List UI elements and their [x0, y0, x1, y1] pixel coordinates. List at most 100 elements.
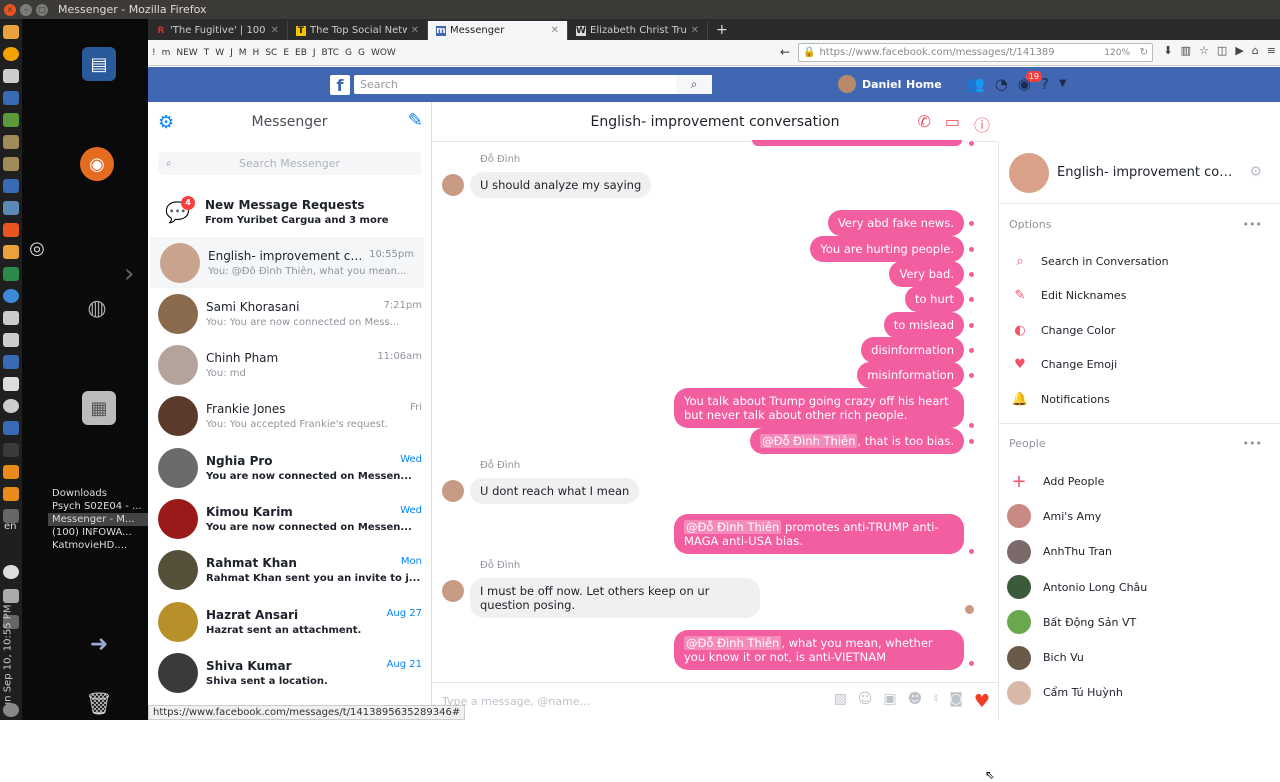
bookmark[interactable]: SC [265, 48, 277, 58]
conversation-item[interactable]: Frankie Jones Fri You: You accepted Franki… [148, 391, 432, 442]
bookmark[interactable]: J [230, 48, 233, 58]
account-menu-icon[interactable]: ▼ [1059, 78, 1067, 93]
tab-social-network[interactable]: T The Top Social Netwo ✕ [288, 21, 428, 40]
app-icon[interactable] [3, 311, 19, 325]
document-icon[interactable]: ▤ [82, 47, 116, 81]
vlc-icon[interactable] [3, 487, 19, 501]
back-icon[interactable]: ← [780, 45, 790, 59]
help-icon[interactable]: ? [1041, 75, 1049, 93]
app-icon[interactable] [3, 25, 19, 39]
person-item[interactable]: Antonio Long Châu [999, 569, 1280, 604]
firefox-icon[interactable]: ◉ [80, 147, 114, 181]
camera-icon[interactable]: ◙ [949, 691, 963, 712]
message-input[interactable]: Type a message, @name... [442, 695, 834, 708]
messenger-icon[interactable]: ◔ [995, 75, 1008, 93]
phone-icon[interactable]: ✆ [917, 112, 930, 136]
bitcoin-icon[interactable] [3, 47, 19, 61]
bookmark[interactable]: EB [295, 48, 307, 58]
bookmark[interactable]: M [239, 48, 247, 58]
bookmark-star-icon[interactable]: ☆ [1199, 44, 1209, 57]
conversation-item[interactable]: Kimou Karim Wed You are now connected on M… [148, 494, 432, 545]
menu-item-psych[interactable]: Psych S02E04 - ... [48, 500, 148, 513]
tab-messenger[interactable]: m Messenger ✕ [428, 21, 568, 40]
app-icon[interactable] [3, 421, 19, 435]
bookmark[interactable]: W [215, 48, 224, 58]
microphone-icon[interactable]: ♮ [933, 691, 938, 712]
keyboard-lang[interactable]: en [4, 521, 17, 532]
calendar-icon[interactable] [3, 91, 19, 105]
home-icon[interactable]: ⌂ [1252, 44, 1259, 57]
option-pencil[interactable]: ✎ Edit Nicknames [999, 279, 1280, 314]
maximize-window-icon[interactable]: □ [36, 3, 48, 16]
mention-tag[interactable]: @Đỗ Đình Thiên [684, 636, 782, 650]
gif-icon[interactable]: ▣ [883, 691, 896, 712]
close-window-icon[interactable]: × [4, 3, 16, 16]
app-icon[interactable] [3, 69, 19, 83]
new-tab-icon[interactable]: + [716, 22, 728, 38]
heart-icon[interactable]: ♥ [974, 691, 990, 712]
conversation-item[interactable]: Hazrat Ansari Aug 27 Hazrat sent an attach… [148, 596, 432, 647]
user-switch-icon[interactable]: ➜ [82, 627, 116, 661]
bookmark[interactable]: WOW [371, 48, 396, 58]
settings-gear-icon[interactable]: ⚙ [1249, 164, 1262, 180]
sticker-icon[interactable]: ☺ [858, 691, 873, 712]
bookmark[interactable]: H [253, 48, 260, 58]
conversation-item[interactable]: Chinh Pham 11:06am You: md [148, 340, 432, 391]
menu-icon[interactable]: ≡ [1267, 44, 1276, 57]
app-icon[interactable] [3, 399, 19, 413]
app-icon[interactable] [3, 245, 19, 259]
app-icon[interactable] [3, 223, 19, 237]
power-icon[interactable] [3, 703, 19, 717]
youtube-icon[interactable]: ▶ [1235, 44, 1243, 57]
settings-gear-icon[interactable]: ⚙ [158, 112, 174, 133]
reload-icon[interactable]: ↻ [1140, 47, 1148, 58]
app-icon[interactable] [3, 267, 19, 281]
tab-fugitive[interactable]: R 'The Fugitive' | 100 Gr ✕ [148, 21, 288, 40]
video-call-icon[interactable]: ▭ [945, 112, 960, 136]
bookmark[interactable]: G [345, 48, 352, 58]
volume-icon[interactable] [3, 565, 19, 579]
conversation-item[interactable]: Shiva Kumar Aug 21 Shiva sent a location. [148, 647, 432, 698]
emoji-icon[interactable]: ☻ [908, 691, 923, 712]
photo-icon[interactable]: ▧ [834, 691, 847, 712]
friend-requests-icon[interactable]: 👥 [966, 75, 985, 93]
bookmark[interactable]: m [162, 48, 171, 58]
tab-elizabeth-trump[interactable]: W Elizabeth Christ Trum ✕ [568, 21, 708, 40]
app-icon[interactable] [3, 355, 19, 369]
add-people-button[interactable]: + Add People [999, 464, 1280, 499]
app-icon[interactable] [3, 333, 19, 347]
url-bar[interactable]: 🔒 https://www.facebook.com/messages/t/14… [798, 43, 1153, 62]
person-item[interactable]: Bich Vu [999, 640, 1280, 675]
search-icon[interactable]: ⌕ [676, 75, 712, 94]
profile-link[interactable]: Daniel [838, 75, 901, 93]
close-tab-icon[interactable]: ✕ [551, 25, 559, 36]
chevron-right-icon[interactable]: › [124, 259, 134, 289]
archive-icon[interactable]: ▦ [82, 391, 116, 425]
menu-item-infowars[interactable]: (100) INFOWA... [48, 526, 148, 539]
bookmark[interactable]: G [358, 48, 365, 58]
download-icon[interactable]: ⬇ [1163, 44, 1172, 57]
app-icon[interactable] [3, 135, 19, 149]
person-item[interactable]: Ami's Amy [999, 499, 1280, 534]
conversation-item[interactable]: Rahmat Khan Mon Rahmat Khan sent you an in… [148, 545, 432, 596]
menu-item-downloads[interactable]: Downloads [48, 487, 148, 500]
close-tab-icon[interactable]: ✕ [271, 25, 279, 36]
chrome-icon[interactable] [3, 289, 19, 303]
option-heart[interactable]: ♥ Change Emoji [999, 348, 1280, 383]
battery-icon[interactable] [3, 589, 19, 603]
app-icon[interactable] [3, 201, 19, 215]
compose-icon[interactable]: ✎ [408, 110, 423, 131]
bookmark[interactable]: E [283, 48, 289, 58]
obs-icon[interactable]: ◎ [20, 231, 54, 265]
option-bell[interactable]: 🔔 Notifications [999, 382, 1280, 417]
minimize-window-icon[interactable]: – [20, 3, 32, 16]
more-icon[interactable]: ••• [1243, 437, 1262, 450]
bookmark[interactable]: T [204, 48, 210, 58]
mention-tag[interactable]: @Đỗ Đình Thiên [684, 520, 782, 534]
info-icon[interactable]: ⓘ [974, 112, 990, 136]
system-clock[interactable]: Sun Sep 10, 10:55 PM [3, 605, 14, 715]
message-requests-item[interactable]: 💬 4 New Message Requests From Yuribet Carg… [148, 186, 432, 237]
home-link[interactable]: Home [906, 78, 942, 91]
bookmark[interactable]: J [313, 48, 316, 58]
app-icon[interactable] [3, 157, 19, 171]
